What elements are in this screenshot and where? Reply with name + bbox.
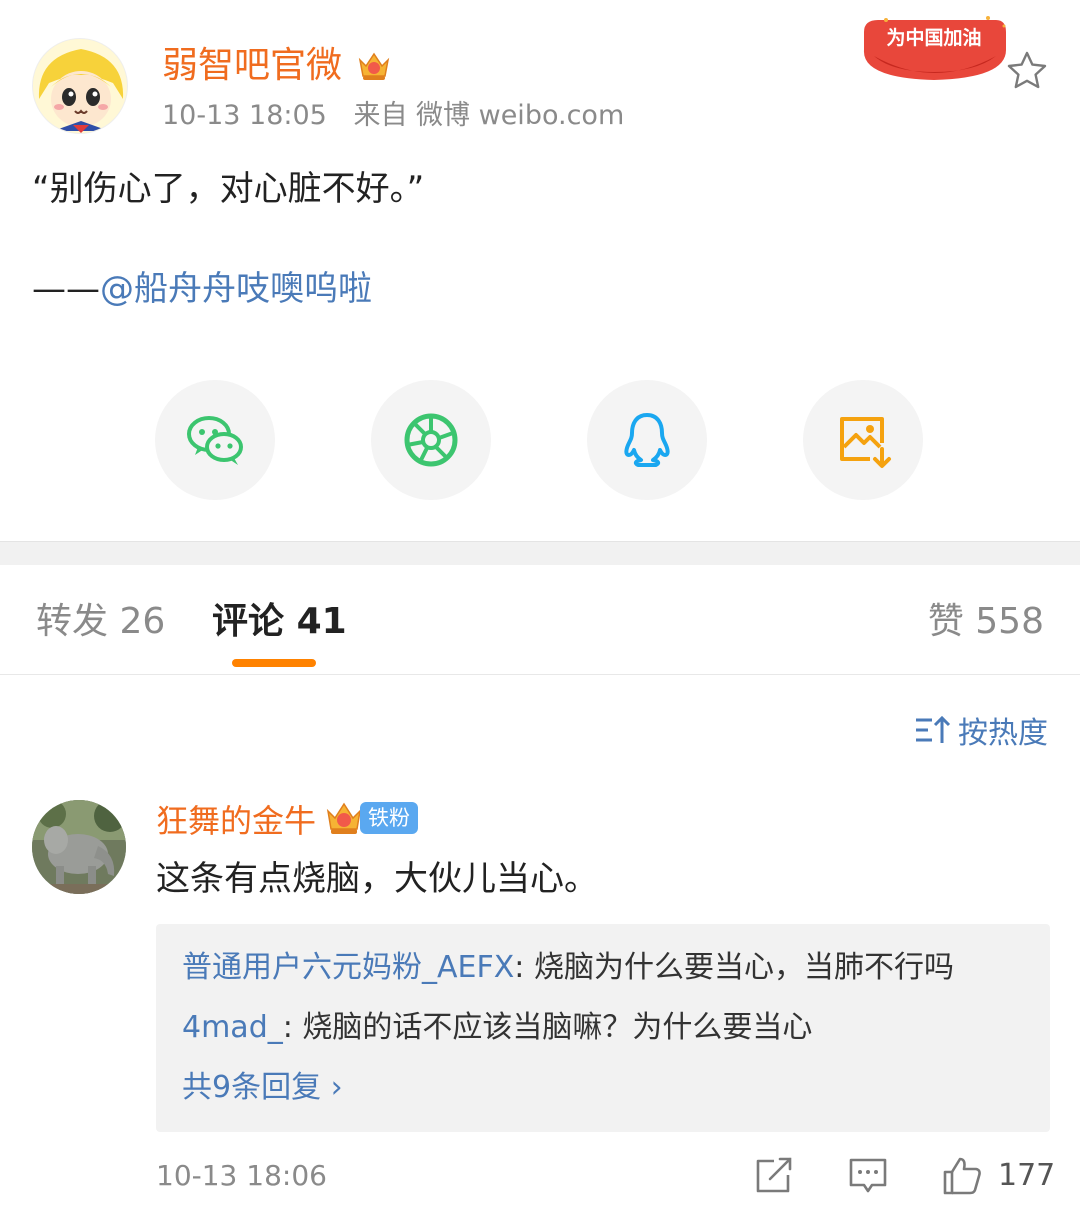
comment-repost-button[interactable] bbox=[752, 1150, 796, 1200]
chevron-right-icon: › bbox=[330, 1070, 343, 1105]
post-time: 10-13 18:05 bbox=[162, 100, 327, 131]
sort-icon bbox=[916, 715, 951, 743]
weibo-post-page: 弱智吧官微 10-13 18:05 来自 微博 weibo.com 为中国加油 … bbox=[0, 0, 1080, 1207]
interaction-tabs: 转发 26 评论 41 赞 558 bbox=[0, 565, 1080, 675]
tab-comments-count: 41 bbox=[296, 601, 347, 642]
share-wechat-button[interactable] bbox=[155, 380, 275, 500]
more-replies-label: 共9条回复 bbox=[182, 1070, 331, 1105]
share-qq-button[interactable] bbox=[587, 380, 707, 500]
credit-prefix: —— bbox=[32, 269, 100, 309]
wechat-icon bbox=[187, 416, 243, 465]
post-credit: ——@船舟舟吱噢呜啦 bbox=[32, 264, 372, 314]
tab-likes[interactable]: 赞 558 bbox=[928, 597, 1044, 647]
fan-level-badge: 铁粉 bbox=[360, 802, 418, 834]
thumbs-up-icon bbox=[943, 1157, 981, 1195]
reply-username[interactable]: 4mad_ bbox=[182, 1010, 283, 1045]
reply-text: : 烧脑为什么要当心，当肺不行吗 bbox=[514, 950, 954, 985]
tab-comments[interactable]: 评论 41 bbox=[212, 597, 347, 647]
comment-icon bbox=[849, 1158, 887, 1193]
campaign-badge[interactable]: 为中国加油 bbox=[856, 12, 1012, 86]
qq-icon bbox=[624, 413, 670, 467]
post-card: 弱智吧官微 10-13 18:05 来自 微博 weibo.com 为中国加油 … bbox=[0, 0, 1080, 541]
comment-text: 这条有点烧脑，大伙儿当心。 bbox=[156, 859, 598, 899]
comment-like-count: 177 bbox=[998, 1157, 1056, 1193]
commenter-name[interactable]: 狂舞的金牛 bbox=[156, 798, 316, 844]
reply-text: : 烧脑的话不应该当脑嘛？为什么要当心 bbox=[282, 1010, 813, 1045]
active-tab-indicator bbox=[232, 659, 316, 667]
reply-item[interactable]: 4mad_: 烧脑的话不应该当脑嘛？为什么要当心 bbox=[182, 1006, 812, 1050]
crown-badge-icon bbox=[326, 802, 362, 834]
comment-time: 10-13 18:06 bbox=[156, 1159, 327, 1192]
comment-reply-button[interactable] bbox=[846, 1150, 890, 1200]
crown-badge-icon bbox=[358, 52, 390, 80]
tab-likes-label: 赞 bbox=[927, 601, 964, 642]
save-image-icon bbox=[840, 417, 891, 468]
reply-username[interactable]: 普通用户六元妈粉_AEFX bbox=[182, 950, 514, 985]
view-all-replies-link[interactable]: 共9条回复 › bbox=[182, 1066, 343, 1110]
share-moments-button[interactable] bbox=[371, 380, 491, 500]
save-image-button[interactable] bbox=[803, 380, 923, 500]
section-divider bbox=[0, 541, 1080, 565]
sort-by-hot-button[interactable]: 按热度 bbox=[914, 708, 1048, 752]
post-text: “别伤心了，对心脏不好。” bbox=[32, 169, 425, 209]
mention-link[interactable]: @船舟舟吱噢呜啦 bbox=[100, 269, 372, 309]
post-source: 来自 微博 weibo.com bbox=[353, 100, 625, 131]
replies-box[interactable]: 普通用户六元妈粉_AEFX: 烧脑为什么要当心，当肺不行吗 4mad_: 烧脑的… bbox=[156, 924, 1050, 1132]
author-name[interactable]: 弱智吧官微 bbox=[162, 42, 342, 90]
commenter-avatar[interactable] bbox=[32, 800, 126, 894]
moments-icon bbox=[404, 413, 458, 467]
repost-icon bbox=[756, 1157, 792, 1193]
comment-like-button[interactable]: 177 bbox=[940, 1150, 1055, 1200]
tab-likes-count: 558 bbox=[975, 601, 1044, 642]
tab-reposts-label: 转发 bbox=[36, 601, 109, 642]
favorite-star-icon[interactable] bbox=[1004, 48, 1050, 94]
reply-item[interactable]: 普通用户六元妈粉_AEFX: 烧脑为什么要当心，当肺不行吗 bbox=[182, 946, 954, 990]
post-meta: 10-13 18:05 来自 微博 weibo.com bbox=[162, 98, 642, 134]
tab-reposts[interactable]: 转发 26 bbox=[36, 597, 165, 647]
tab-reposts-count: 26 bbox=[119, 601, 166, 642]
campaign-badge-text: 为中国加油 bbox=[886, 26, 981, 49]
sort-label: 按热度 bbox=[958, 716, 1048, 751]
tab-comments-label: 评论 bbox=[212, 601, 285, 642]
author-avatar[interactable] bbox=[32, 38, 128, 134]
